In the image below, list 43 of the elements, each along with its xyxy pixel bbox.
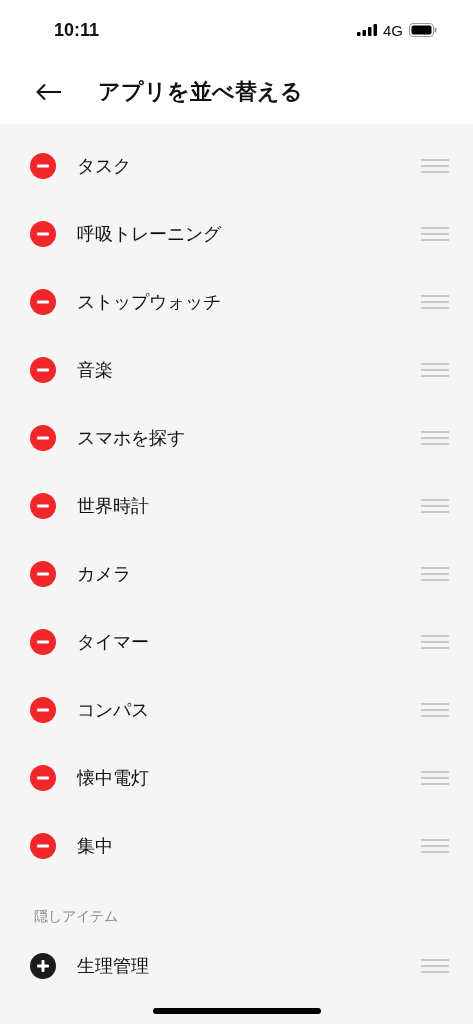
drag-handle-icon[interactable] (421, 431, 449, 445)
app-name: コンパス (77, 698, 150, 722)
remove-icon[interactable] (30, 561, 56, 587)
remove-icon[interactable] (30, 629, 56, 655)
remove-icon[interactable] (30, 153, 56, 179)
app-name: タイマー (77, 630, 150, 654)
status-time: 10:11 (54, 19, 100, 41)
remove-icon[interactable] (30, 697, 56, 723)
app-name: タスク (77, 154, 132, 178)
remove-icon[interactable] (30, 493, 56, 519)
network-label: 4G (383, 21, 403, 39)
app-name: スマホを探す (77, 426, 186, 450)
remove-icon[interactable] (30, 833, 56, 859)
drag-handle-icon[interactable] (421, 703, 449, 717)
app-name: ストップウォッチ (77, 290, 222, 314)
drag-handle-icon[interactable] (421, 771, 449, 785)
section-title: 隠しアイテム (33, 907, 119, 926)
drag-handle-icon[interactable] (421, 159, 449, 173)
back-arrow-icon[interactable] (36, 83, 62, 101)
app-name: 集中 (77, 834, 114, 858)
drag-handle-icon[interactable] (421, 295, 449, 309)
remove-icon[interactable] (30, 289, 56, 315)
add-icon[interactable] (30, 953, 56, 979)
remove-icon[interactable] (30, 221, 56, 247)
remove-icon[interactable] (30, 357, 56, 383)
battery-icon (409, 23, 437, 37)
remove-icon[interactable] (30, 425, 56, 451)
drag-handle-icon[interactable] (421, 499, 449, 513)
drag-handle-icon[interactable] (421, 227, 449, 241)
app-name: カメラ (77, 562, 132, 586)
drag-handle-icon[interactable] (421, 567, 449, 581)
app-name: 懐中電灯 (77, 766, 150, 790)
remove-icon[interactable] (30, 765, 56, 791)
drag-handle-icon[interactable] (421, 959, 449, 973)
app-name: 音楽 (77, 358, 114, 382)
app-name: 生理管理 (77, 954, 150, 978)
app-name: 世界時計 (77, 494, 150, 518)
drag-handle-icon[interactable] (421, 839, 449, 853)
app-name: 呼吸トレーニング (77, 222, 222, 246)
drag-handle-icon[interactable] (421, 363, 449, 377)
signal-icon (357, 24, 377, 36)
drag-handle-icon[interactable] (421, 635, 449, 649)
page-title: アプリを並べ替える (98, 78, 303, 106)
